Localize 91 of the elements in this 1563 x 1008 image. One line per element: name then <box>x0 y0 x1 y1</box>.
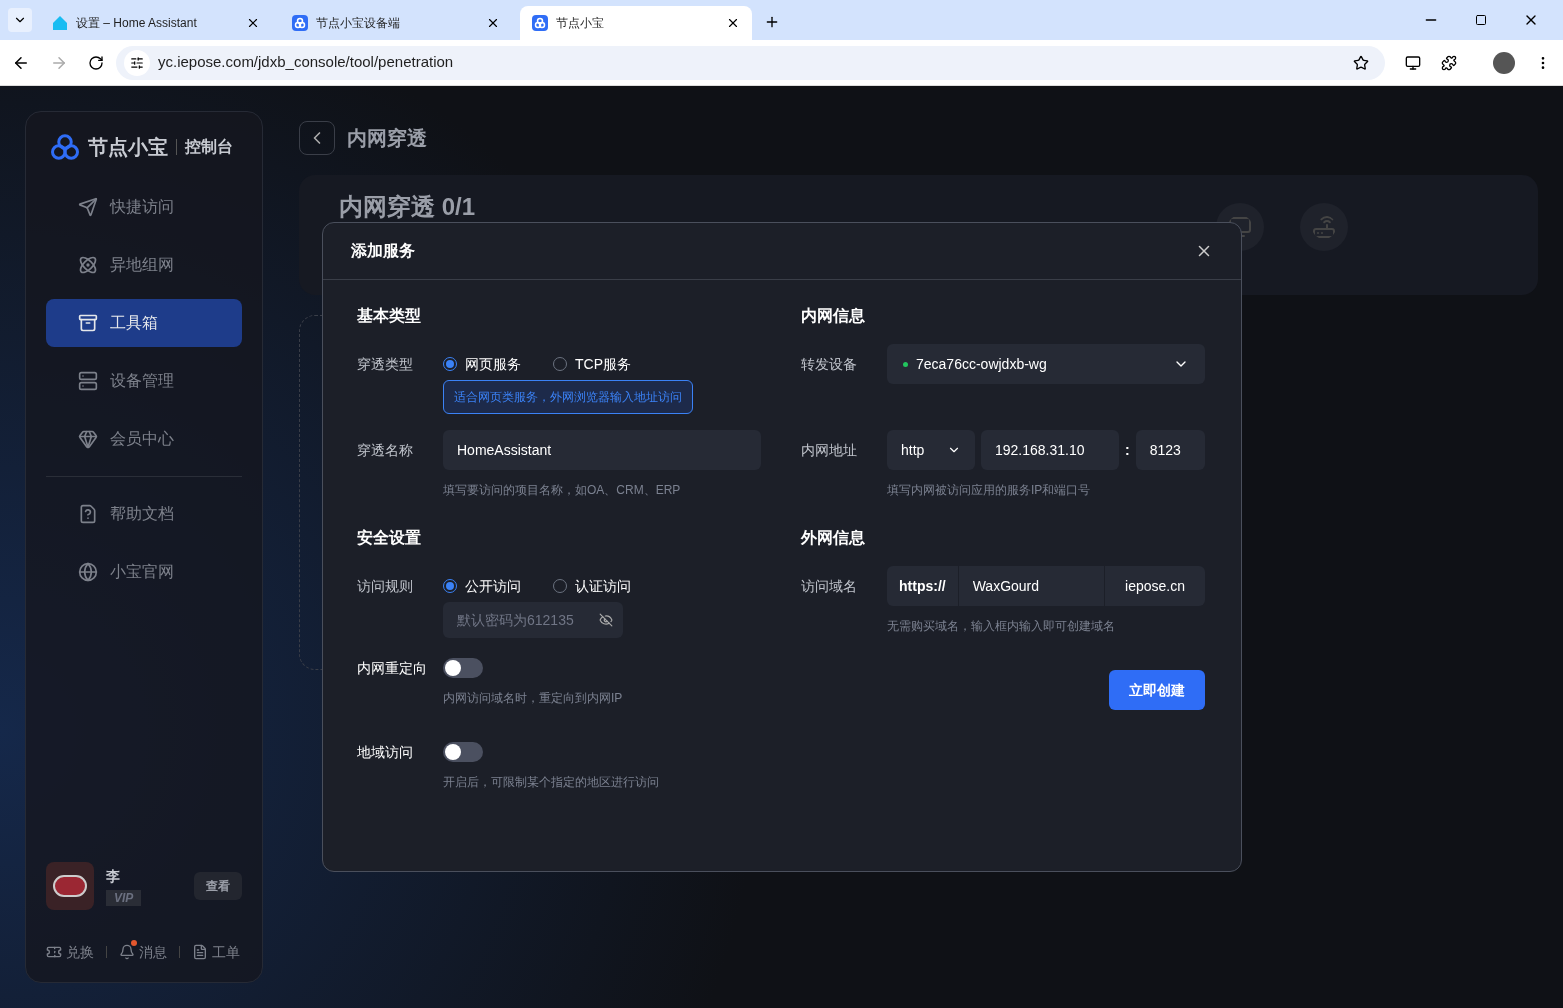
radio-option[interactable]: 网页服务 <box>443 354 521 374</box>
app-icon <box>292 15 308 31</box>
help-text: 内网访问域名时，重定向到内网IP <box>443 690 624 706</box>
router-icon <box>1300 203 1348 251</box>
section-heading: 内网信息 <box>801 306 866 326</box>
footer-link[interactable]: 消息 <box>119 942 167 962</box>
create-button[interactable]: 立即创建 <box>1109 670 1205 710</box>
footer-link[interactable]: 工单 <box>192 942 240 962</box>
address-bar[interactable]: yc.iepose.com/jdxb_console/tool/penetration <box>116 45 1385 80</box>
globe-icon <box>78 562 98 582</box>
domain-scheme: https:// <box>887 566 959 606</box>
user-avatar <box>46 862 94 910</box>
page-title: 内网穿透 <box>347 126 427 151</box>
document-icon <box>192 944 208 960</box>
help-text: 无需购买域名，输入框内输入即可创建域名 <box>887 618 1116 634</box>
port-separator: : <box>1125 441 1130 460</box>
section-heading: 外网信息 <box>801 528 866 548</box>
home-icon <box>52 15 68 31</box>
toggle-switch[interactable] <box>443 658 483 678</box>
sidebar-item[interactable]: 小宝官网 <box>46 548 242 596</box>
radio-option[interactable]: 认证访问 <box>553 576 631 596</box>
sliders-icon <box>130 55 144 70</box>
field-label: 地域访问 <box>357 743 414 762</box>
user-name: 李 <box>106 867 121 886</box>
field-label: 穿透类型 <box>357 355 414 374</box>
browser-tab[interactable]: 设置 – Home Assistant <box>40 6 272 40</box>
view-button[interactable]: 查看 <box>194 872 242 900</box>
site-info-icon[interactable] <box>124 49 150 76</box>
domain-field[interactable]: https:// WaxGourd iepose.cn <box>887 566 1205 606</box>
extension-icon[interactable] <box>1405 54 1421 71</box>
sidebar-item[interactable]: 帮助文档 <box>46 490 242 538</box>
diamond-icon <box>78 429 98 449</box>
toggle-switch[interactable] <box>443 742 483 762</box>
new-tab-icon[interactable] <box>764 14 780 30</box>
close-icon[interactable] <box>726 16 740 30</box>
app-icon <box>532 15 548 31</box>
close-icon[interactable] <box>246 16 260 30</box>
subdomain-field[interactable]: WaxGourd <box>958 566 1105 606</box>
reload-icon[interactable] <box>88 54 104 71</box>
device-select[interactable]: 7eca76cc-owjdxb-wg <box>887 344 1205 384</box>
name-field[interactable]: HomeAssistant <box>443 430 761 470</box>
field-label: 内网重定向 <box>357 659 428 678</box>
maximize-icon[interactable] <box>1475 14 1487 26</box>
sidebar-item[interactable]: 会员中心 <box>46 415 242 463</box>
section-heading: 安全设置 <box>357 528 422 548</box>
logo-icon <box>50 132 80 162</box>
help-document-icon <box>78 504 98 524</box>
bookmark-icon[interactable] <box>1353 54 1369 71</box>
dialog-title: 添加服务 <box>351 241 415 261</box>
banner-title: 内网穿透 0/1 <box>339 195 476 219</box>
sidebar-item[interactable]: 设备管理 <box>46 357 242 405</box>
help-text: 开启后，可限制某个指定的地区进行访问 <box>443 774 660 790</box>
send-icon <box>78 197 98 217</box>
close-icon[interactable] <box>486 16 500 30</box>
protocol-select[interactable]: http <box>887 430 975 470</box>
ticket-icon <box>46 944 62 960</box>
hide-password-icon[interactable] <box>599 613 613 627</box>
tab-list-button[interactable] <box>8 8 32 32</box>
vip-badge: VIP <box>106 890 142 906</box>
browser-tab[interactable]: 节点小宝 <box>520 6 752 40</box>
port-field[interactable]: 8123 <box>1135 430 1205 470</box>
server-icon <box>78 371 98 391</box>
tab-title: 设置 – Home Assistant <box>76 15 198 31</box>
tab-title: 节点小宝设备端 <box>316 15 401 31</box>
atom-icon <box>78 255 98 275</box>
url-text: yc.iepose.com/jdxb_console/tool/penetration <box>158 52 455 73</box>
brand-subtitle: 控制台 <box>185 137 233 157</box>
browser-tab[interactable]: 节点小宝设备端 <box>280 6 512 40</box>
domain-suffix: iepose.cn <box>1104 566 1205 606</box>
bell-icon <box>119 944 135 960</box>
ip-field[interactable]: 192.168.31.10 <box>981 430 1119 470</box>
field-label: 穿透名称 <box>357 441 414 460</box>
archive-box-icon <box>78 313 98 333</box>
field-label: 访问规则 <box>357 577 414 596</box>
radio-option[interactable]: TCP服务 <box>553 354 631 374</box>
field-label: 内网地址 <box>801 441 858 460</box>
extensions-icon[interactable] <box>1441 54 1457 71</box>
footer-link[interactable]: 兑换 <box>46 942 94 962</box>
field-label: 访问域名 <box>801 577 858 596</box>
help-text: 填写内网被访问应用的服务IP和端口号 <box>887 482 1092 498</box>
field-label: 转发设备 <box>801 355 858 374</box>
brand-name: 节点小宝 <box>88 135 168 160</box>
type-hint: 适合网页类服务，外网浏览器输入地址访问 <box>443 380 693 414</box>
sidebar-item[interactable]: 异地组网 <box>46 241 242 289</box>
tab-title: 节点小宝 <box>556 15 605 31</box>
sidebar-item[interactable]: 快捷访问 <box>46 183 242 231</box>
radio-option[interactable]: 公开访问 <box>443 576 521 596</box>
sidebar-item[interactable]: 工具箱 <box>46 299 242 347</box>
help-text: 填写要访问的项目名称，如OA、CRM、ERP <box>443 482 682 498</box>
profile-avatar[interactable] <box>1493 51 1515 74</box>
section-heading: 基本类型 <box>357 306 422 326</box>
